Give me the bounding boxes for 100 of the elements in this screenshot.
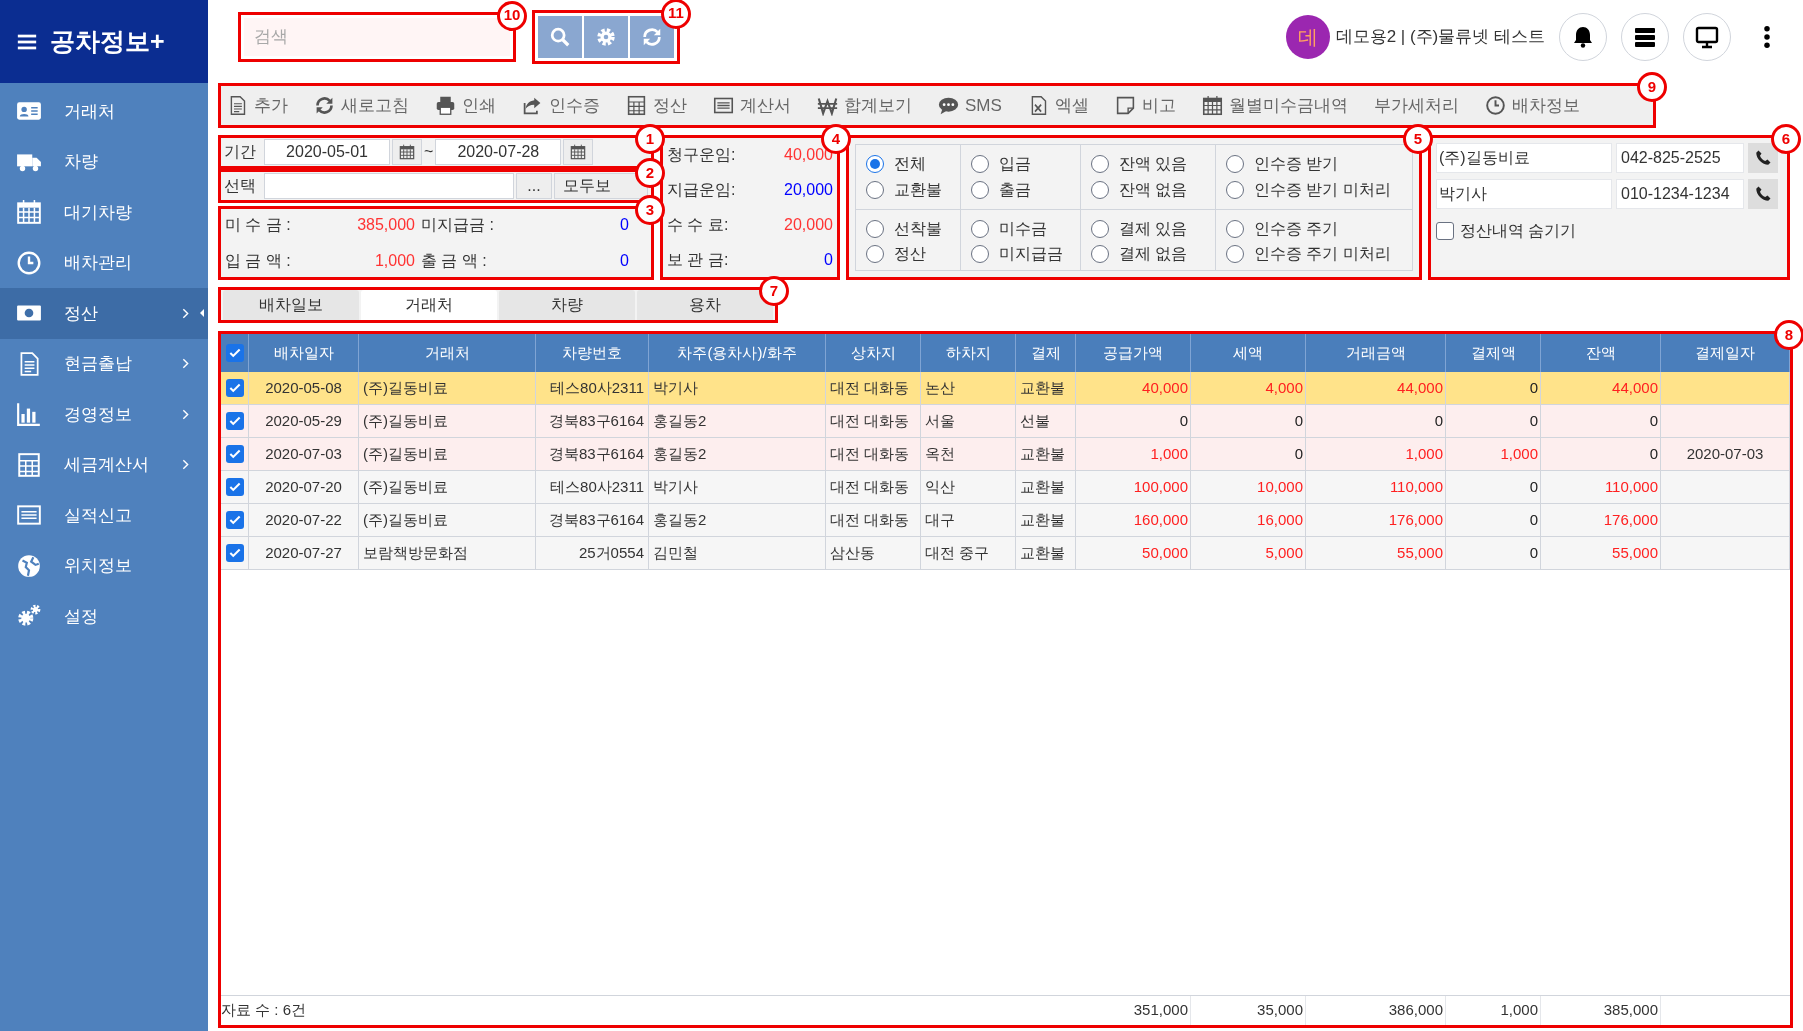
toolbar-button[interactable]: 새로고침 [314, 92, 409, 119]
checkbox[interactable] [225, 379, 244, 397]
radio-button[interactable] [971, 219, 989, 238]
filter-option[interactable]: 미수금 [961, 209, 1080, 241]
toolbar-button[interactable]: 계산서 [713, 92, 791, 119]
toolbar-button[interactable]: 배차정보 [1484, 92, 1580, 119]
filter-option[interactable]: 인수증 주기 미처리 [1216, 241, 1412, 267]
phone-field[interactable]: 010-1234-1234 [1616, 179, 1744, 209]
tab[interactable]: 차량 [499, 290, 635, 320]
radio-button[interactable] [971, 181, 989, 199]
date-field[interactable]: 2020-05-01 [264, 139, 390, 165]
table-row[interactable]: 2020-07-22 (주)길동비료 경북83구6164 홍길동2 대전 대화동 대구 교환불 160,000 16,000 176,000 0 176,000 [221, 504, 1790, 537]
sidebar-item[interactable]: 대기차량 [0, 187, 208, 238]
table-row[interactable]: 2020-05-08 (주)길동비료 테스80사2311 박기사 대전 대화동 논산 교환불 40,000 4,000 44,000 0 44,000 [221, 372, 1790, 405]
sidebar-item[interactable]: 위치정보 [0, 540, 208, 591]
sidebar-item[interactable]: 설정 [0, 591, 208, 642]
radio-button[interactable] [866, 155, 884, 173]
search-button[interactable] [538, 15, 582, 58]
filter-option[interactable]: 인수증 받기 [1216, 151, 1412, 177]
calendar-button[interactable] [392, 139, 422, 165]
chat-icon [938, 95, 959, 116]
checkbox[interactable] [1436, 222, 1454, 240]
toolbar-button[interactable]: 부가세처리 [1373, 92, 1459, 119]
more-menu-button[interactable] [1761, 23, 1773, 50]
call-button[interactable] [1748, 179, 1778, 209]
server-button[interactable] [1621, 12, 1669, 61]
sidebar-item[interactable]: 정산 [0, 288, 208, 339]
table-row[interactable]: 2020-07-20 (주)길동비료 테스80사2311 박기사 대전 대화동 익산 교환불 100,000 10,000 110,000 0 110,000 [221, 471, 1790, 504]
filter-option[interactable]: 선착불 [856, 209, 960, 241]
radio-button[interactable] [866, 219, 884, 238]
radio-button[interactable] [1091, 181, 1109, 199]
checkbox[interactable] [225, 412, 244, 430]
sidebar-item[interactable]: 차량 [0, 136, 208, 187]
selection-field[interactable] [264, 173, 514, 199]
date-field[interactable]: 2020-07-28 [435, 139, 562, 165]
radio-button[interactable] [1226, 219, 1244, 238]
toolbar-button[interactable]: SMS [938, 92, 1002, 119]
table-cell: 서울 [921, 405, 1016, 437]
filter-option[interactable]: 잔액 있음 [1081, 151, 1215, 177]
filter-option[interactable]: 전체 [856, 151, 960, 177]
toolbar-button[interactable]: 추가 [227, 92, 288, 119]
summary-value: 385,000 [356, 215, 415, 235]
call-button[interactable] [1748, 143, 1778, 173]
more-button[interactable]: ... [516, 173, 552, 199]
checkbox[interactable] [225, 478, 244, 496]
sidebar-item[interactable]: 실적신고 [0, 490, 208, 541]
tab[interactable]: 용차 [637, 290, 773, 320]
checkbox[interactable] [225, 344, 244, 362]
sidebar-item[interactable]: 경영정보 [0, 389, 208, 440]
table-cell: (주)길동비료 [359, 372, 536, 404]
filter-option[interactable]: 결제 있음 [1081, 209, 1215, 241]
radio-button[interactable] [1226, 181, 1244, 199]
gear-button[interactable] [584, 15, 628, 58]
radio-button[interactable] [866, 245, 884, 263]
checkbox[interactable] [225, 445, 244, 463]
radio-button[interactable] [866, 181, 884, 199]
filter-option[interactable]: 교환불 [856, 177, 960, 203]
radio-button[interactable] [1091, 245, 1109, 263]
filter-option[interactable]: 정산 [856, 241, 960, 267]
monitor-button[interactable] [1683, 12, 1731, 61]
radio-button[interactable] [971, 155, 989, 173]
toolbar-button[interactable]: 인쇄 [435, 92, 496, 119]
toolbar-button[interactable]: 인수증 [522, 92, 600, 119]
table-row[interactable]: 2020-05-29 (주)길동비료 경북83구6164 홍길동2 대전 대화동 서울 선불 0 0 0 0 0 [221, 405, 1790, 438]
bell-button[interactable] [1559, 12, 1607, 61]
toolbar-button[interactable]: 정산 [626, 92, 687, 119]
sidebar-item[interactable]: 현금출납 [0, 338, 208, 389]
filter-option[interactable]: 미지급금 [961, 241, 1080, 267]
radio-button[interactable] [971, 245, 989, 263]
tab[interactable]: 거래처 [361, 290, 497, 320]
hide-settled-option[interactable]: 정산내역 숨기기 [1436, 219, 1782, 243]
filter-option[interactable]: 인수증 주기 [1216, 209, 1412, 241]
checkbox[interactable] [225, 544, 244, 562]
sidebar-item[interactable]: 거래처 [0, 86, 208, 137]
toolbar-button[interactable]: 월별미수금내역 [1201, 92, 1348, 119]
field-label: 기간 [224, 142, 257, 162]
radio-button[interactable] [1226, 155, 1244, 173]
radio-button[interactable] [1226, 245, 1244, 263]
name-field[interactable]: (주)길동비료 [1436, 143, 1612, 173]
sidebar-item[interactable]: 배차관리 [0, 237, 208, 288]
sidebar-item[interactable]: 세금계산서 [0, 439, 208, 490]
toolbar-button[interactable]: 합계보기 [817, 92, 912, 119]
tab[interactable]: 배차일보 [223, 290, 359, 320]
calculator-icon [16, 451, 42, 478]
toolbar-button[interactable]: 엑셀 [1027, 92, 1089, 119]
table-row[interactable]: 2020-07-03 (주)길동비료 경북83구6164 홍길동2 대전 대화동 옥천 교환불 1,000 0 1,000 1,000 0 2020-07-03 [221, 438, 1790, 471]
filter-option[interactable]: 잔액 없음 [1081, 177, 1215, 203]
radio-button[interactable] [1091, 155, 1109, 173]
radio-button[interactable] [1091, 219, 1109, 238]
table-row[interactable]: 2020-07-27 보람책방문화점 25거0554 김민철 삼산동 대전 중구 교환불 50,000 5,000 55,000 0 55,000 [221, 537, 1790, 570]
name-field[interactable]: 박기사 [1436, 179, 1612, 209]
filter-option[interactable]: 결제 없음 [1081, 241, 1215, 267]
phone-field[interactable]: 042-825-2525 [1616, 143, 1744, 173]
toolbar-button[interactable]: 비고 [1114, 92, 1176, 119]
filter-option[interactable]: 인수증 받기 미처리 [1216, 177, 1412, 203]
checkbox[interactable] [225, 511, 244, 529]
calendar-button[interactable] [563, 139, 594, 165]
filter-option[interactable]: 입금 [961, 151, 1080, 177]
callout-badge: 8 [1774, 320, 1803, 350]
filter-option[interactable]: 출금 [961, 177, 1080, 203]
